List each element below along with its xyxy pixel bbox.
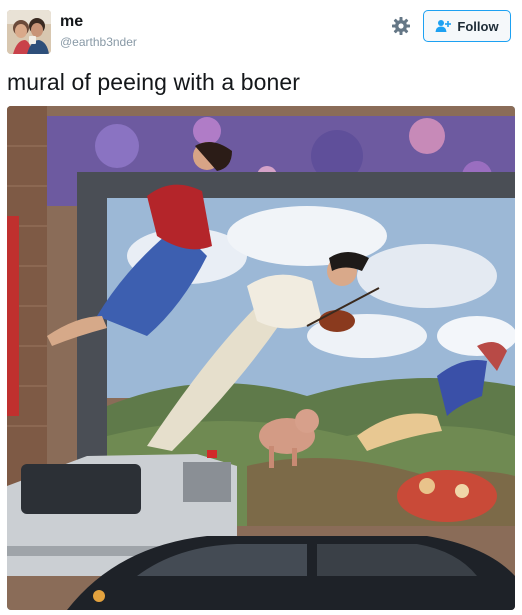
follow-label: Follow: [457, 18, 499, 34]
mural-photo-image: [7, 106, 515, 610]
gear-icon[interactable]: [390, 15, 412, 37]
add-user-icon: [435, 19, 452, 33]
tweet-text: mural of peeing with a boner: [7, 69, 301, 95]
tweet-header: me @earthb3nder Follow: [0, 0, 522, 62]
tweet-photo[interactable]: [7, 106, 515, 610]
user-name[interactable]: me: [60, 13, 83, 31]
avatar-image: [7, 10, 51, 54]
follow-button[interactable]: Follow: [423, 10, 511, 42]
user-handle[interactable]: @earthb3nder: [60, 35, 137, 49]
avatar[interactable]: [7, 10, 51, 54]
